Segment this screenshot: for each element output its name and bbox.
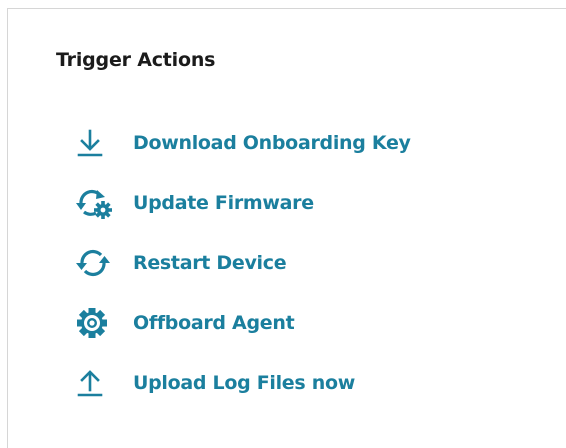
action-label: Upload Log Files now [133,372,355,394]
restart-device-link[interactable]: Restart Device [75,233,411,293]
action-label: Update Firmware [133,192,314,214]
upload-log-files-link[interactable]: Upload Log Files now [75,353,411,413]
offboard-agent-link[interactable]: Offboard Agent [75,293,411,353]
actions-list: Download Onboarding Key Update Firmware … [75,113,411,413]
action-label: Restart Device [133,252,287,274]
restart-icon [75,243,121,283]
trigger-actions-panel: Trigger Actions Download Onboarding Key [7,8,566,448]
download-icon [75,123,121,163]
refresh-gear-icon [75,183,121,223]
update-firmware-link[interactable]: Update Firmware [75,173,411,233]
action-label: Download Onboarding Key [133,132,411,154]
upload-icon [75,363,121,403]
action-label: Offboard Agent [133,312,295,334]
download-onboarding-key-link[interactable]: Download Onboarding Key [75,113,411,173]
gear-icon [75,303,121,343]
panel-title: Trigger Actions [56,49,216,71]
